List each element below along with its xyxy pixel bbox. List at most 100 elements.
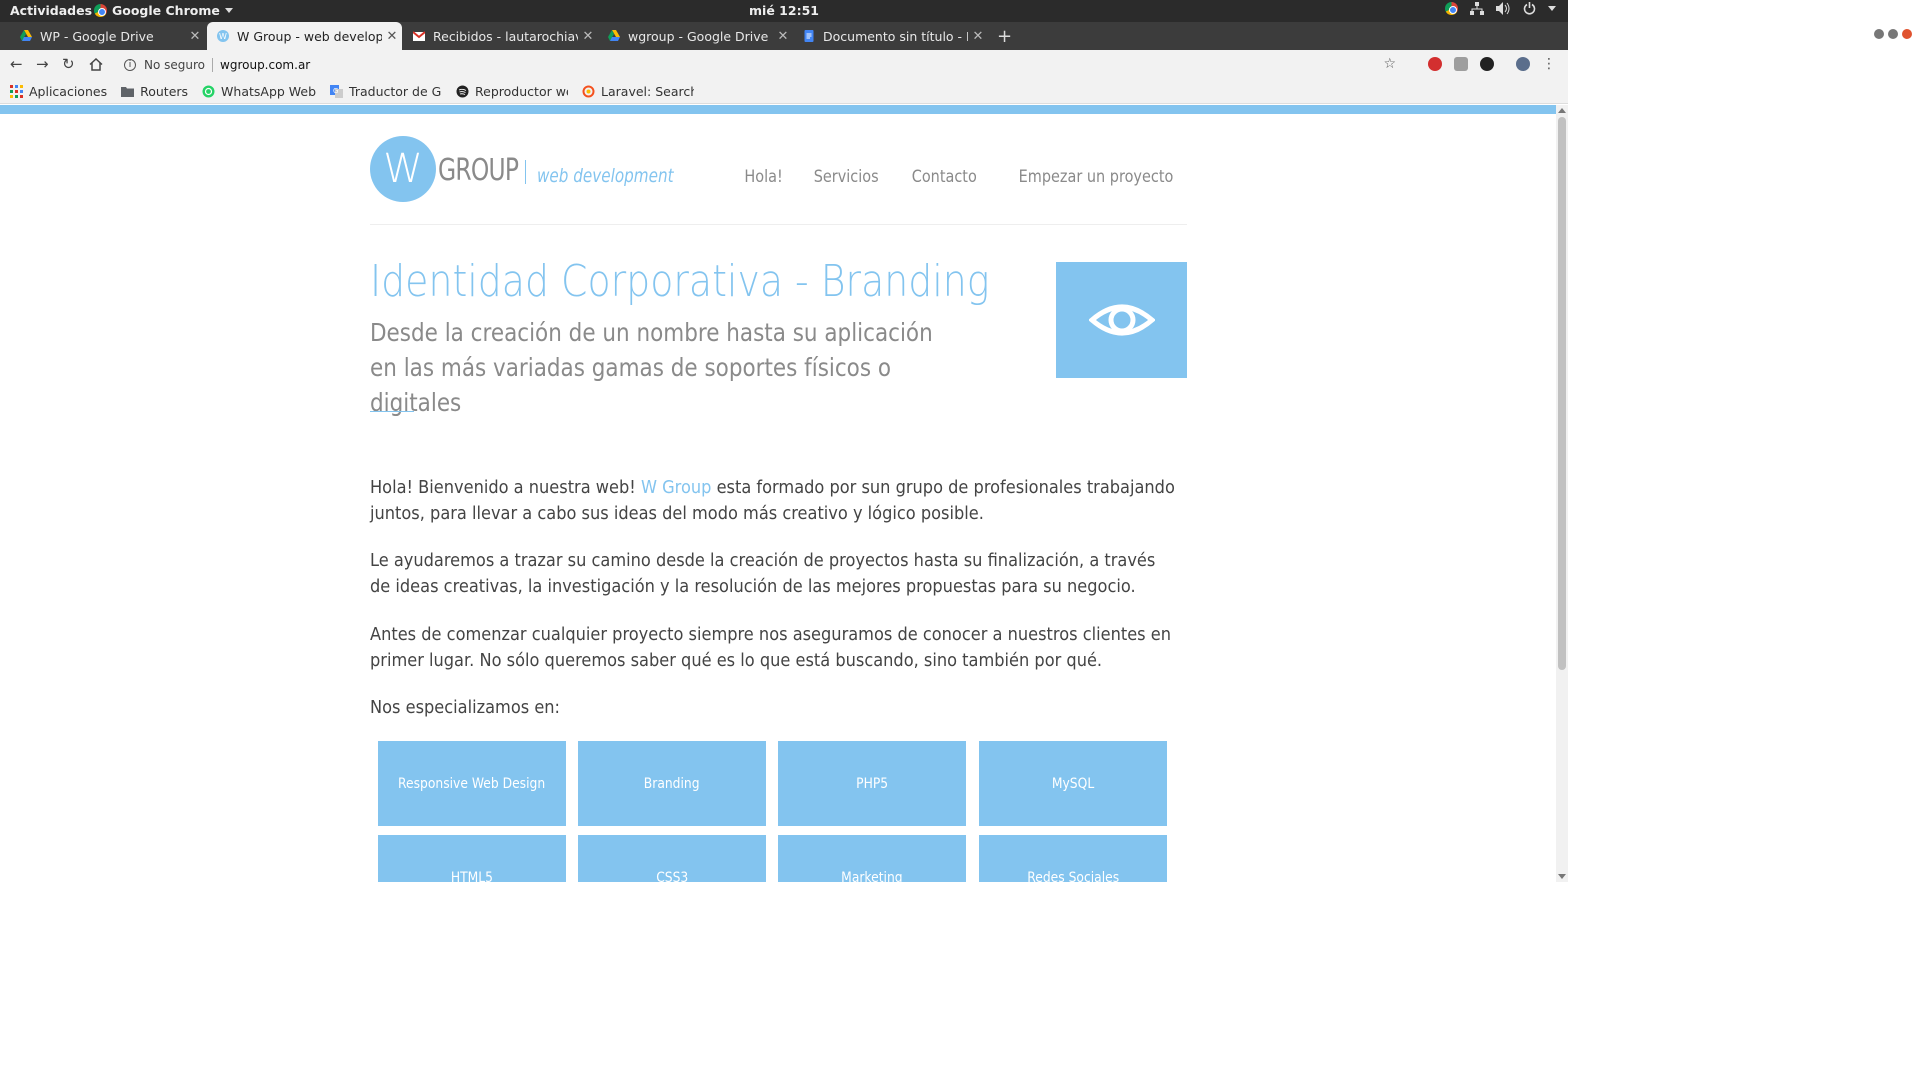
star-icon[interactable]: ☆ xyxy=(1383,56,1396,72)
bookmark-label: Aplicaciones xyxy=(29,84,108,99)
bookmark-routers[interactable]: Routers xyxy=(121,84,188,99)
skill-label: Branding xyxy=(644,775,700,792)
google-docs-icon xyxy=(804,30,814,42)
folder-icon xyxy=(121,87,135,97)
profile-avatar[interactable] xyxy=(1516,57,1530,71)
scroll-down-arrow-icon[interactable] xyxy=(1558,874,1566,879)
browser-toolbar: ← → ↻ i No seguro wgroup.com.ar ☆ ⋮ xyxy=(0,50,1568,80)
bookmark-translate[interactable]: G Traductor de Go xyxy=(330,84,442,99)
volume-icon[interactable] xyxy=(1496,2,1511,15)
eye-icon xyxy=(1088,304,1155,336)
bookmark-label: Traductor de Go xyxy=(349,84,443,99)
top-accent-bar xyxy=(0,105,1556,114)
scrollbar-thumb[interactable] xyxy=(1558,117,1566,670)
accent-line xyxy=(370,411,414,412)
power-icon[interactable] xyxy=(1523,2,1536,15)
close-icon[interactable]: ✕ xyxy=(185,29,205,44)
back-arrow-icon[interactable]: ← xyxy=(10,55,23,73)
home-icon[interactable] xyxy=(89,58,103,71)
forward-arrow-icon[interactable]: → xyxy=(36,55,49,73)
window-controls xyxy=(1874,29,1912,39)
google-drive-icon xyxy=(20,30,32,41)
address-bar[interactable]: i No seguro wgroup.com.ar xyxy=(118,54,1418,76)
new-tab-button[interactable]: + xyxy=(997,26,1012,47)
tab-wp-google-drive[interactable]: WP - Google Drive ✕ xyxy=(0,22,205,50)
close-window-button[interactable] xyxy=(1902,29,1912,39)
close-icon[interactable]: ✕ xyxy=(773,29,793,44)
apps-grid-icon xyxy=(10,85,23,98)
google-translate-icon: G xyxy=(330,85,344,98)
menu-icon[interactable]: ⋮ xyxy=(1542,56,1556,72)
info-icon[interactable]: i xyxy=(124,59,136,71)
whatsapp-icon xyxy=(202,85,215,98)
process-paragraph: Le ayudaremos a trazar su camino desde l… xyxy=(370,550,1156,597)
url-text: wgroup.com.ar xyxy=(220,58,311,72)
bookmark-laravel[interactable]: Laravel: Search xyxy=(582,84,694,99)
nav-hola[interactable]: Hola! xyxy=(744,167,782,187)
specialize-label: Nos especializamos en: xyxy=(370,697,561,718)
clock[interactable]: mié 12:51 xyxy=(0,3,1568,18)
extension-icon[interactable] xyxy=(1454,57,1468,71)
close-icon[interactable]: ✕ xyxy=(968,29,988,44)
bookmark-spotify[interactable]: Reproductor we xyxy=(456,84,568,99)
page-viewport: W GROUP web development Hola! Servicios … xyxy=(0,105,1556,882)
skill-label: CSS3 xyxy=(655,869,689,883)
tab-documento[interactable]: Documento sin título - Do ✕ xyxy=(793,22,988,50)
skill-tile[interactable]: HTML5 xyxy=(378,835,566,882)
tab-wgroup-drive[interactable]: wgroup - Google Drive ✕ xyxy=(598,22,793,50)
chevron-down-icon[interactable] xyxy=(1548,6,1556,11)
google-drive-icon xyxy=(608,30,620,41)
skill-label: Redes Sociales xyxy=(1027,869,1119,883)
spotify-icon xyxy=(456,85,469,98)
minimize-button[interactable] xyxy=(1874,29,1884,39)
tab-title: wgroup - Google Drive xyxy=(628,28,769,44)
security-label: No seguro xyxy=(144,58,206,72)
skill-tile[interactable]: Marketing xyxy=(778,835,966,882)
skill-label: MySQL xyxy=(1051,775,1095,792)
tab-title: WP - Google Drive xyxy=(40,28,154,44)
close-icon[interactable]: ✕ xyxy=(578,29,598,44)
nav-servicios[interactable]: Servicios xyxy=(814,167,879,187)
page-scrollbar[interactable] xyxy=(1556,105,1568,882)
tab-wgroup[interactable]: W W Group - web developm ✕ xyxy=(207,22,402,50)
bookmark-label: Laravel: Search xyxy=(601,84,695,99)
tab-title: Documento sin título - Do xyxy=(823,28,968,44)
nav-contacto[interactable]: Contacto xyxy=(912,167,977,187)
skill-label: PHP5 xyxy=(856,775,888,792)
skill-tile[interactable]: PHP5 xyxy=(778,741,966,826)
scroll-up-arrow-icon[interactable] xyxy=(1558,108,1566,113)
skill-tile[interactable]: Responsive Web Design xyxy=(378,741,566,826)
brand-link[interactable]: W Group xyxy=(641,477,711,498)
svg-text:G: G xyxy=(333,87,338,95)
chrome-tray-icon[interactable] xyxy=(1445,2,1458,15)
tab-gmail[interactable]: Recibidos - lautarochiava ✕ xyxy=(403,22,598,50)
laravel-icon xyxy=(582,85,595,98)
logo-tagline: web development xyxy=(537,165,674,187)
network-icon[interactable] xyxy=(1470,2,1484,15)
wgroup-favicon: W xyxy=(217,30,229,42)
header-divider xyxy=(370,224,1187,225)
extension-icon[interactable] xyxy=(1480,57,1494,71)
close-icon[interactable]: ✕ xyxy=(382,29,402,44)
tab-strip: WP - Google Drive ✕ W W Group - web deve… xyxy=(0,22,1568,50)
bookmark-apps[interactable]: Aplicaciones xyxy=(10,84,107,99)
skill-tile[interactable]: Redes Sociales xyxy=(979,835,1167,882)
logo-divider xyxy=(525,160,526,184)
intro-paragraph: Hola! Bienvenido a nuestra web! W Group … xyxy=(370,475,1180,527)
svg-text:W: W xyxy=(219,32,227,41)
adblock-icon[interactable] xyxy=(1428,57,1442,71)
divider xyxy=(212,58,214,72)
nav-empezar-proyecto[interactable]: Empezar un proyecto xyxy=(1019,167,1174,187)
skill-tile[interactable]: Branding xyxy=(578,741,766,826)
main-nav: Hola! Servicios Contacto Empezar un proy… xyxy=(741,167,1187,187)
page-title: Identidad Corporativa - Branding xyxy=(370,256,990,307)
gmail-icon xyxy=(413,31,425,41)
skill-tile[interactable]: CSS3 xyxy=(578,835,766,882)
skill-tile[interactable]: MySQL xyxy=(979,741,1167,826)
skill-label: HTML5 xyxy=(450,869,494,883)
clients-paragraph: Antes de comenzar cualquier proyecto sie… xyxy=(370,624,1171,671)
bookmark-label: WhatsApp Web xyxy=(221,84,317,99)
bookmark-whatsapp[interactable]: WhatsApp Web xyxy=(202,84,316,99)
reload-icon[interactable]: ↻ xyxy=(62,55,75,73)
maximize-button[interactable] xyxy=(1888,29,1898,39)
